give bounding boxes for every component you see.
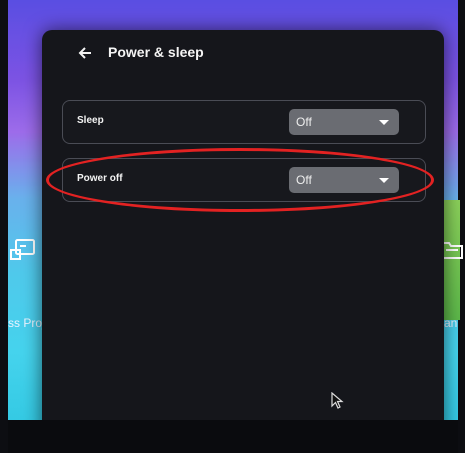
dialog-header: Power & sleep — [42, 30, 444, 76]
sleep-select[interactable]: Off — [289, 109, 399, 135]
arrow-left-icon — [78, 47, 91, 59]
setting-label-sleep: Sleep — [77, 115, 104, 126]
screen-mirror-icon[interactable] — [10, 238, 36, 262]
chevron-down-icon — [379, 120, 389, 125]
back-button[interactable] — [72, 40, 98, 66]
setting-row-sleep: Sleep Off — [62, 100, 426, 144]
screen-photo: ss Proj e Man Power & sleep Sleep Off — [0, 0, 465, 453]
mouse-cursor-icon — [331, 391, 345, 410]
sleep-select-value: Off — [296, 115, 312, 129]
page-title: Power & sleep — [108, 44, 204, 60]
power-sleep-dialog: Power & sleep Sleep Off Power off Off — [42, 30, 444, 440]
red-highlight-ellipse — [46, 148, 434, 212]
screen-bezel — [8, 420, 458, 453]
desktop-label-left: ss Proj — [8, 316, 45, 330]
